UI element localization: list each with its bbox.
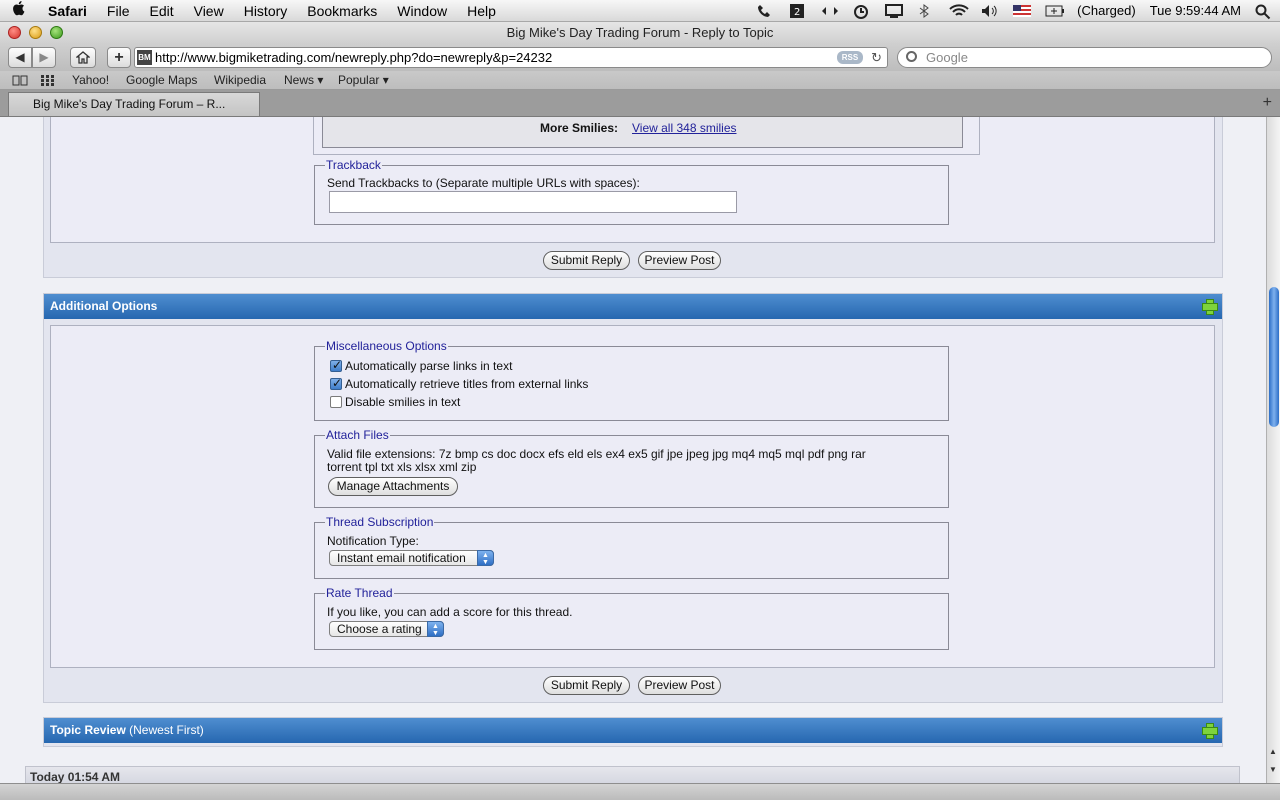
menu-app-name[interactable]: Safari: [38, 0, 97, 22]
retrieve-titles-checkbox[interactable]: [330, 376, 342, 390]
notification-type-value: Instant email notification: [337, 551, 466, 565]
vertical-scrollbar[interactable]: ▲ ▼: [1266, 117, 1280, 783]
trackback-legend: Trackback: [326, 158, 381, 172]
bookmark-google-maps[interactable]: Google Maps: [126, 73, 197, 87]
search-placeholder: Google: [926, 50, 968, 65]
parse-links-checkbox[interactable]: [330, 358, 342, 372]
post-time: Today 01:54 AM: [30, 770, 121, 783]
volume-icon[interactable]: [981, 4, 999, 18]
time-machine-icon[interactable]: [853, 4, 871, 19]
reload-icon[interactable]: ↻: [871, 48, 882, 67]
address-url[interactable]: http://www.bigmiketrading.com/newreply.p…: [155, 50, 552, 65]
misc-options-legend: Miscellaneous Options: [326, 339, 447, 353]
bluetooth-icon[interactable]: [917, 4, 935, 18]
expand-plus-icon[interactable]: [1202, 299, 1218, 315]
attach-files-legend: Attach Files: [326, 428, 389, 442]
rating-select[interactable]: Choose a rating ▲ ▼: [329, 621, 444, 637]
additional-options-header[interactable]: Additional Options: [44, 294, 1222, 319]
parse-links-label[interactable]: Automatically parse links in text: [345, 359, 512, 373]
minimize-window-button[interactable]: [29, 26, 42, 39]
battery-icon[interactable]: [1045, 4, 1065, 18]
preview-post-button-bottom[interactable]: Preview Post: [638, 676, 721, 695]
notification-type-label: Notification Type:: [327, 534, 419, 548]
window-title: Big Mike's Day Trading Forum - Reply to …: [0, 22, 1280, 44]
scroll-down-arrow-icon[interactable]: ▼: [1269, 765, 1277, 774]
topic-review-subtitle: (Newest First): [129, 723, 204, 737]
manage-attachments-button[interactable]: Manage Attachments: [328, 477, 458, 496]
more-smilies-label: More Smilies:: [540, 121, 619, 135]
post-header: Today 01:54 AM: [25, 766, 1240, 783]
rate-thread-label: If you like, you can add a score for thi…: [327, 605, 573, 619]
expand-plus-icon[interactable]: [1202, 723, 1218, 739]
svg-text:2: 2: [794, 7, 800, 18]
monitor-icon[interactable]: [885, 4, 904, 18]
notification-type-select[interactable]: Instant email notification ▲ ▼: [329, 550, 494, 566]
search-icon: [906, 51, 917, 62]
us-flag-icon[interactable]: [1013, 4, 1032, 18]
menu-bookmarks[interactable]: Bookmarks: [297, 0, 387, 22]
view-all-smilies-link[interactable]: View all 348 smilies: [632, 121, 737, 135]
tab-bar: Big Mike's Day Trading Forum – R... +: [0, 90, 1280, 117]
menu-window[interactable]: Window: [387, 0, 457, 22]
page-viewport: More Smilies: View all 348 smilies Track…: [0, 117, 1266, 783]
select-arrows-icon: ▲ ▼: [477, 550, 494, 566]
trackback-url-input[interactable]: [329, 191, 737, 213]
rating-value: Choose a rating: [337, 622, 422, 636]
scroll-up-arrow-icon[interactable]: ▲: [1269, 747, 1277, 756]
bookmark-news-folder[interactable]: News ▾: [284, 73, 323, 87]
disable-smilies-checkbox[interactable]: [330, 396, 342, 408]
tab-big-mikes-forum[interactable]: Big Mike's Day Trading Forum – R...: [8, 92, 260, 116]
rss-button[interactable]: RSS: [837, 51, 863, 64]
topic-review-title: Topic Review: [50, 723, 126, 737]
menu-history[interactable]: History: [234, 0, 298, 22]
trackback-label: Send Trackbacks to (Separate multiple UR…: [327, 176, 640, 190]
back-button[interactable]: ◀: [8, 47, 32, 68]
search-field[interactable]: Google: [897, 47, 1272, 68]
scrollbar-thumb[interactable]: [1269, 287, 1279, 427]
wifi-icon[interactable]: [949, 4, 969, 18]
forward-button[interactable]: ▶: [32, 47, 56, 68]
valid-extensions-line1: Valid file extensions: 7z bmp cs doc doc…: [327, 447, 866, 461]
add-bookmark-button[interactable]: +: [107, 47, 131, 68]
thread-subscription-legend: Thread Subscription: [326, 515, 434, 529]
rate-thread-legend: Rate Thread: [326, 586, 393, 600]
zoom-window-button[interactable]: [50, 26, 63, 39]
sync-arrows-icon[interactable]: [821, 4, 839, 18]
select-arrows-icon: ▲ ▼: [427, 621, 444, 637]
spotlight-search-icon[interactable]: [1255, 4, 1273, 20]
address-bar[interactable]: BM http://www.bigmiketrading.com/newrepl…: [134, 47, 888, 68]
disable-smilies-label[interactable]: Disable smilies in text: [345, 395, 460, 409]
bookmark-wikipedia[interactable]: Wikipedia: [214, 73, 266, 87]
menu-bar: Safari File Edit View History Bookmarks …: [0, 0, 1280, 22]
close-window-button[interactable]: [8, 26, 21, 39]
topic-review-header[interactable]: Topic Review (Newest First): [44, 718, 1222, 743]
site-favicon: BM: [137, 50, 152, 65]
menu-file[interactable]: File: [97, 0, 140, 22]
battery-status[interactable]: (Charged): [1070, 0, 1143, 22]
home-button[interactable]: [70, 47, 96, 68]
retrieve-titles-label[interactable]: Automatically retrieve titles from exter…: [345, 377, 588, 391]
smilies-box: More Smilies: View all 348 smilies: [322, 117, 963, 148]
status-bar: [0, 783, 1280, 800]
reading-list-icon[interactable]: [12, 75, 28, 89]
new-tab-icon[interactable]: +: [1263, 94, 1272, 112]
bookmark-popular-folder[interactable]: Popular ▾: [338, 73, 389, 87]
menu-edit[interactable]: Edit: [139, 0, 183, 22]
phone-icon[interactable]: [757, 4, 775, 18]
additional-options-title: Additional Options: [50, 299, 158, 313]
menu-clock[interactable]: Tue 9:59:44 AM: [1143, 0, 1248, 22]
submit-reply-button[interactable]: Submit Reply: [543, 251, 630, 270]
bookmark-yahoo[interactable]: Yahoo!: [72, 73, 109, 87]
browser-toolbar: ◀ ▶ + BM http://www.bigmiketrading.com/n…: [0, 44, 1280, 71]
top-sites-grid-icon[interactable]: [41, 75, 55, 89]
menu-help[interactable]: Help: [457, 0, 506, 22]
apple-menu-icon[interactable]: [0, 0, 38, 21]
preview-post-button[interactable]: Preview Post: [638, 251, 721, 270]
menu-view[interactable]: View: [184, 0, 234, 22]
submit-reply-button-bottom[interactable]: Submit Reply: [543, 676, 630, 695]
valid-extensions-line2: torrent tpl txt xls xlsx xml zip: [327, 460, 477, 474]
bookmarks-bar: Yahoo! Google Maps Wikipedia News ▾ Popu…: [0, 71, 1280, 90]
display-2-icon[interactable]: 2: [789, 4, 807, 18]
